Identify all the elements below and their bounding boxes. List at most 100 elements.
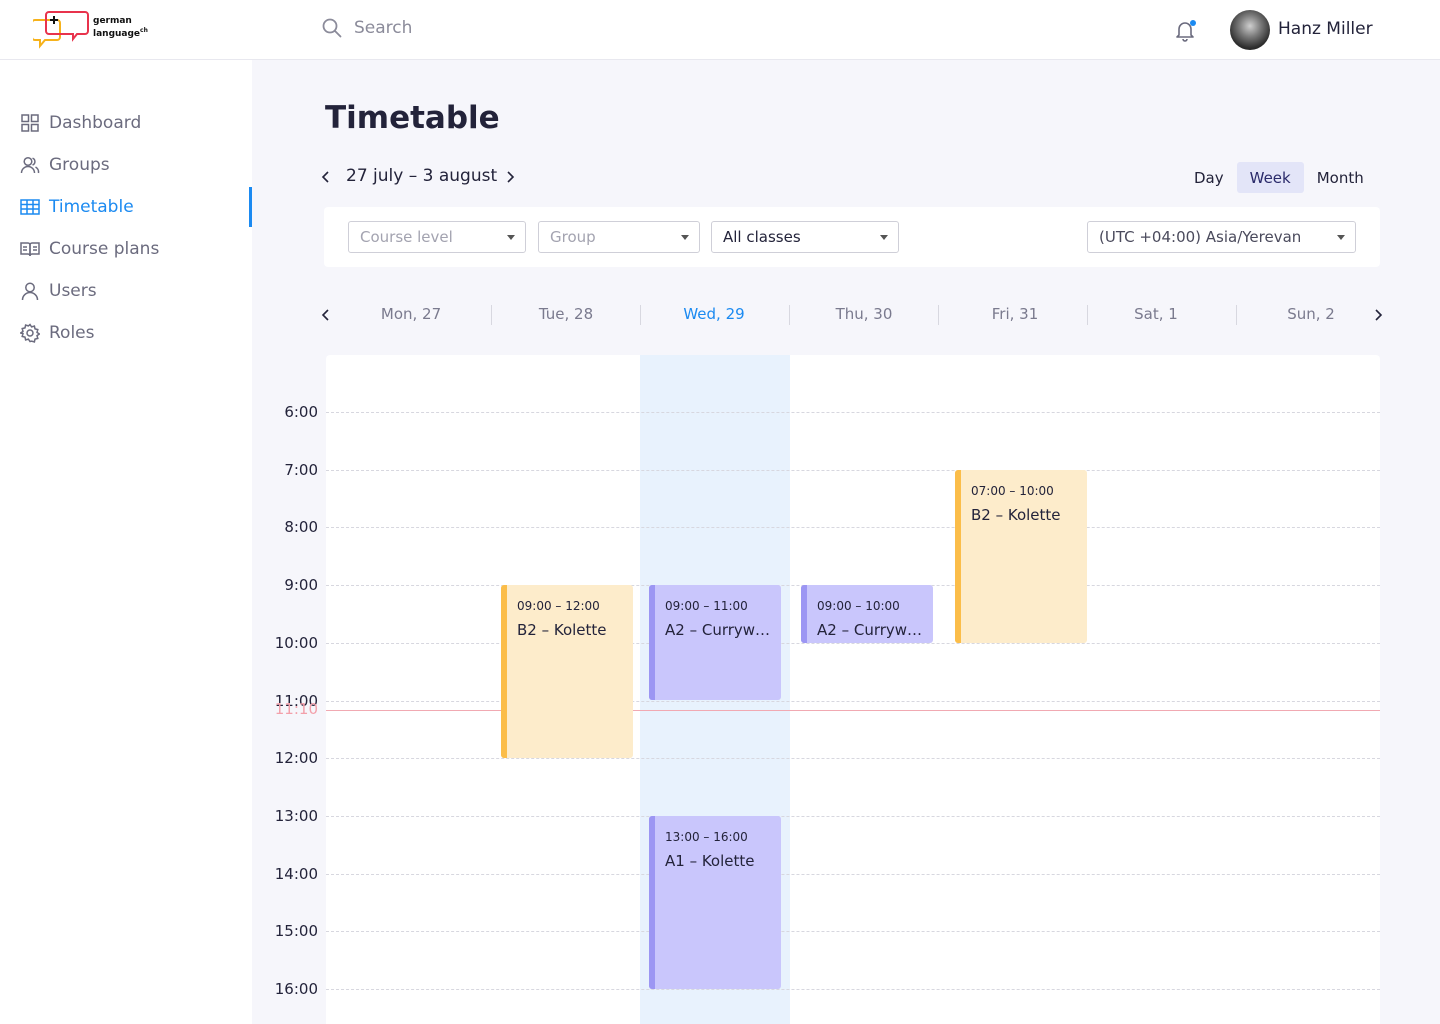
view-month-button[interactable]: Month xyxy=(1304,162,1377,193)
search-icon xyxy=(322,18,342,38)
day-divider xyxy=(1236,305,1237,325)
hour-label: 13:00 xyxy=(274,806,318,825)
sidebar-item-users[interactable]: Users xyxy=(0,271,252,311)
event-title: A2 – Currywu... xyxy=(817,621,931,640)
day-divider xyxy=(640,305,641,325)
hour-gridline xyxy=(326,527,1380,529)
brand-name: german languagech xyxy=(93,16,148,39)
event-time: 07:00 – 10:00 xyxy=(971,483,1054,498)
day-header-mon[interactable]: Mon, 27 xyxy=(366,305,456,323)
sidebar-item-label: Timetable xyxy=(49,197,134,217)
sidebar-item-label: Users xyxy=(49,281,97,301)
next-days-button[interactable] xyxy=(1368,304,1388,326)
notification-badge xyxy=(1190,20,1196,26)
hour-gridline xyxy=(326,931,1380,933)
event-card[interactable]: 09:00 – 12:00 B2 – Kolette xyxy=(501,585,633,759)
sidebar-item-dashboard[interactable]: Dashboard xyxy=(0,103,252,143)
current-time-label: 11:10 xyxy=(274,700,318,719)
caret-down-icon xyxy=(507,235,515,240)
caret-down-icon xyxy=(1337,235,1345,240)
group-select-label: Group xyxy=(550,228,596,246)
current-time-line xyxy=(326,710,1380,712)
date-range-label: 27 july – 3 august xyxy=(346,166,498,186)
days-header: Mon, 27 Tue, 28 Wed, 29 Thu, 30 Fri, 31 … xyxy=(316,300,1390,330)
brand-logo[interactable]: german languagech xyxy=(31,10,153,52)
filters-bar: Course level Group All classes (UTC +04:… xyxy=(324,207,1380,267)
event-time: 09:00 – 11:00 xyxy=(665,599,748,614)
sidebar: Dashboard Groups Timetable Course plans … xyxy=(0,60,252,1024)
sidebar-item-roles[interactable]: Roles xyxy=(0,313,252,353)
course-level-select[interactable]: Course level xyxy=(348,221,526,253)
hour-gridline xyxy=(326,989,1380,990)
chevron-left-icon xyxy=(321,309,329,321)
day-header-fri[interactable]: Fri, 31 xyxy=(970,305,1060,323)
hour-gridline xyxy=(326,758,1380,760)
classes-select-label: All classes xyxy=(723,228,801,246)
event-title: A2 – Currywu... xyxy=(665,621,779,640)
search-placeholder: Search xyxy=(354,18,413,38)
view-week-button[interactable]: Week xyxy=(1236,162,1304,193)
event-time: 09:00 – 12:00 xyxy=(517,599,600,614)
sidebar-item-groups[interactable]: Groups xyxy=(0,145,252,185)
hour-label: 15:00 xyxy=(274,922,318,941)
sidebar-item-label: Roles xyxy=(49,323,95,343)
caret-down-icon xyxy=(880,235,888,240)
groups-icon xyxy=(20,155,40,175)
event-title: B2 – Kolette xyxy=(517,621,607,640)
event-time: 09:00 – 10:00 xyxy=(817,599,900,614)
chevron-left-icon xyxy=(321,171,329,183)
classes-select[interactable]: All classes xyxy=(711,221,899,253)
gear-icon xyxy=(20,323,40,343)
next-week-button[interactable] xyxy=(500,166,520,188)
course-plans-icon xyxy=(20,239,40,259)
search-input[interactable]: Search xyxy=(322,18,412,38)
chevron-right-icon xyxy=(1375,309,1383,321)
hour-label: 7:00 xyxy=(284,460,318,479)
sidebar-item-course-plans[interactable]: Course plans xyxy=(0,229,252,269)
hour-label: 16:00 xyxy=(274,980,318,998)
avatar[interactable] xyxy=(1230,10,1270,50)
hour-label: 10:00 xyxy=(274,633,318,652)
view-day-button[interactable]: Day xyxy=(1181,162,1237,193)
event-title: A1 – Kolette xyxy=(665,851,755,870)
caret-down-icon xyxy=(681,235,689,240)
page-title: Timetable xyxy=(325,100,500,136)
event-card[interactable]: 09:00 – 11:00 A2 – Currywu... xyxy=(649,585,781,701)
day-divider xyxy=(1087,305,1088,325)
hour-gridline xyxy=(326,873,1380,875)
sidebar-item-label: Groups xyxy=(49,155,110,175)
hour-label: 14:00 xyxy=(274,864,318,883)
event-card[interactable]: 07:00 – 10:00 B2 – Kolette xyxy=(955,469,1087,643)
event-card[interactable]: 09:00 – 10:00 A2 – Currywu... xyxy=(801,585,933,643)
hour-label: 8:00 xyxy=(284,518,318,537)
hour-label: 12:00 xyxy=(274,749,318,768)
hour-gridline xyxy=(326,700,1380,702)
previous-week-button[interactable] xyxy=(316,166,336,188)
user-icon xyxy=(20,281,40,301)
timezone-select-label: (UTC +04:00) Asia/Yerevan xyxy=(1099,228,1302,246)
user-name[interactable]: Hanz Miller xyxy=(1278,19,1373,39)
sidebar-item-timetable[interactable]: Timetable xyxy=(0,187,252,227)
notifications-button[interactable] xyxy=(1173,18,1197,42)
sidebar-item-label: Dashboard xyxy=(49,113,142,133)
timezone-select[interactable]: (UTC +04:00) Asia/Yerevan xyxy=(1087,221,1356,253)
sidebar-item-label: Course plans xyxy=(49,239,160,259)
event-title: B2 – Kolette xyxy=(971,505,1061,524)
hour-label: 6:00 xyxy=(284,403,318,421)
hour-gridline xyxy=(326,469,1380,471)
day-header-sun[interactable]: Sun, 2 xyxy=(1266,305,1356,323)
group-select[interactable]: Group xyxy=(538,221,700,253)
day-header-thu[interactable]: Thu, 30 xyxy=(819,305,909,323)
hour-gridline xyxy=(326,412,1380,413)
previous-days-button[interactable] xyxy=(316,304,336,326)
day-header-tue[interactable]: Tue, 28 xyxy=(521,305,611,323)
day-divider xyxy=(938,305,939,325)
chevron-right-icon xyxy=(507,171,515,183)
event-card[interactable]: 13:00 – 16:00 A1 – Kolette xyxy=(649,815,781,989)
day-header-sat[interactable]: Sat, 1 xyxy=(1111,305,1201,323)
timetable-icon xyxy=(20,197,40,217)
top-bar: german languagech Search Hanz Miller xyxy=(0,0,1440,60)
day-divider xyxy=(789,305,790,325)
logo-bubbles-icon xyxy=(31,11,89,49)
day-header-wed[interactable]: Wed, 29 xyxy=(669,305,759,323)
